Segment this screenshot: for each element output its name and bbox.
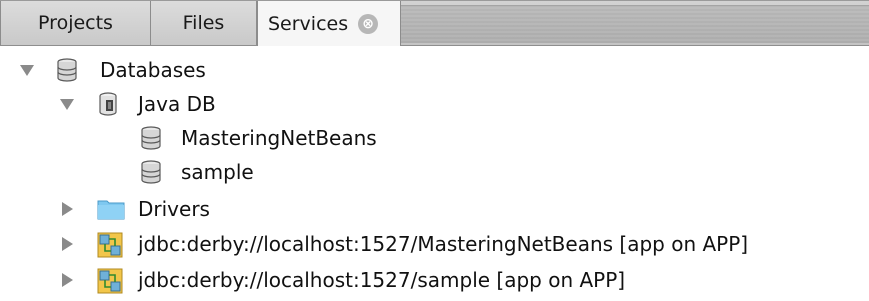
expand-toggle-icon[interactable] bbox=[60, 202, 74, 216]
tree-node-databases[interactable]: Databases bbox=[0, 52, 869, 88]
tab-strip: Projects Files Services ⊗ bbox=[0, 0, 869, 47]
tree-node-connection-masteringnetbeans[interactable]: jdbc:derby://localhost:1527/MasteringNet… bbox=[0, 226, 869, 262]
tree-node-label: MasteringNetBeans bbox=[181, 126, 377, 150]
tab-services[interactable]: Services ⊗ bbox=[257, 1, 401, 47]
tree-node-label: Databases bbox=[100, 58, 206, 82]
tree-node-label: Java DB bbox=[138, 92, 216, 116]
tree-node-label: jdbc:derby://localhost:1527/sample [app … bbox=[138, 268, 626, 292]
tree-node-db-sample[interactable]: sample bbox=[0, 154, 869, 190]
tree-node-db-masteringnetbeans[interactable]: MasteringNetBeans bbox=[0, 120, 869, 156]
database-icon bbox=[140, 126, 162, 150]
collapse-toggle-icon[interactable] bbox=[20, 63, 34, 77]
tab-files-label: Files bbox=[182, 12, 225, 34]
tree-node-label: Drivers bbox=[138, 197, 210, 221]
folder-icon bbox=[97, 197, 125, 221]
connection-icon bbox=[97, 268, 123, 294]
collapse-toggle-icon[interactable] bbox=[60, 97, 74, 111]
tab-files[interactable]: Files bbox=[151, 1, 257, 45]
database-icon bbox=[140, 160, 162, 184]
tab-projects[interactable]: Projects bbox=[0, 1, 151, 45]
tab-services-label: Services bbox=[268, 13, 349, 35]
tree-node-label: sample bbox=[181, 160, 254, 184]
java-db-server-icon bbox=[97, 92, 119, 116]
tree-node-drivers[interactable]: Drivers bbox=[0, 191, 869, 227]
close-tab-icon[interactable]: ⊗ bbox=[358, 14, 379, 34]
expand-toggle-icon[interactable] bbox=[60, 237, 74, 251]
tab-strip-empty-area bbox=[401, 5, 869, 43]
database-icon bbox=[56, 58, 78, 82]
expand-toggle-icon[interactable] bbox=[60, 273, 74, 287]
tree-node-java-db[interactable]: Java DB bbox=[0, 86, 869, 122]
services-tree: Databases Java DB MasteringNetBeans samp… bbox=[0, 46, 869, 301]
tree-node-label: jdbc:derby://localhost:1527/MasteringNet… bbox=[138, 232, 749, 256]
services-window: Projects Files Services ⊗ Databases Java… bbox=[0, 0, 869, 301]
tree-node-connection-sample[interactable]: jdbc:derby://localhost:1527/sample [app … bbox=[0, 262, 869, 298]
tab-projects-label: Projects bbox=[38, 12, 113, 34]
connection-icon bbox=[97, 232, 123, 258]
